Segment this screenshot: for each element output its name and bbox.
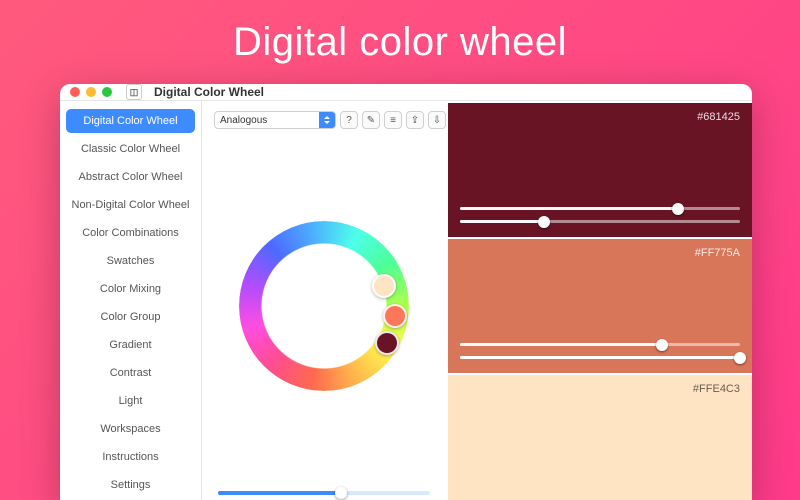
wheel-node-2[interactable] bbox=[375, 331, 399, 355]
swatch-hex-label: #FFE4C3 bbox=[693, 383, 740, 395]
sidebar-item-settings[interactable]: Settings bbox=[66, 473, 195, 497]
center-panel: Analogous ?✎≡⇪⇩ bbox=[202, 101, 446, 500]
sidebar-item-gradient[interactable]: Gradient bbox=[66, 333, 195, 357]
slider-thumb[interactable] bbox=[672, 203, 684, 215]
sidebar-toggle-icon[interactable]: ◫ bbox=[126, 84, 142, 100]
swatch-slider-1[interactable] bbox=[460, 220, 740, 223]
help-icon[interactable]: ? bbox=[340, 111, 358, 129]
zoom-icon[interactable] bbox=[102, 87, 112, 97]
color-wheel-area bbox=[214, 129, 434, 483]
swatch-slider-0[interactable] bbox=[460, 343, 740, 346]
export-icon[interactable]: ⇪ bbox=[406, 111, 424, 129]
sidebar-item-color-mixing[interactable]: Color Mixing bbox=[66, 277, 195, 301]
slider-thumb[interactable] bbox=[734, 352, 746, 364]
app-window: ◫ Digital Color Wheel Digital Color Whee… bbox=[60, 84, 752, 500]
sidebar-item-contrast[interactable]: Contrast bbox=[66, 361, 195, 385]
chevron-updown-icon[interactable] bbox=[319, 112, 335, 128]
swatch-slider-1[interactable] bbox=[460, 356, 740, 359]
swatch-1[interactable]: #FF775A bbox=[448, 239, 752, 373]
window-title: Digital Color Wheel bbox=[154, 85, 264, 99]
color-wheel-nodes bbox=[239, 221, 409, 391]
wheel-node-1[interactable] bbox=[383, 304, 407, 328]
sidebar-item-classic-color-wheel[interactable]: Classic Color Wheel bbox=[66, 137, 195, 161]
swatch-0[interactable]: #681425 bbox=[448, 103, 752, 237]
center-toolbar: Analogous ?✎≡⇪⇩ bbox=[214, 111, 434, 129]
hero-title: Digital color wheel bbox=[0, 20, 800, 65]
import-icon[interactable]: ⇩ bbox=[428, 111, 446, 129]
slider-thumb[interactable] bbox=[656, 339, 668, 351]
sidebar-item-digital-color-wheel[interactable]: Digital Color Wheel bbox=[66, 109, 195, 133]
sidebar: Digital Color Wheel Classic Color Wheel Ab… bbox=[60, 101, 202, 500]
window-controls bbox=[70, 87, 112, 97]
sidebar-item-light[interactable]: Light bbox=[66, 389, 195, 413]
swatch-slider-0[interactable] bbox=[460, 207, 740, 210]
sidebar-item-workspaces[interactable]: Workspaces bbox=[66, 417, 195, 441]
palette-panel: #681425 #FF775A #FFE4C3 bbox=[446, 101, 752, 500]
harmony-select-value: Analogous bbox=[220, 115, 267, 126]
slider-thumb[interactable] bbox=[335, 487, 347, 499]
brightness-slider[interactable] bbox=[218, 491, 430, 495]
sidebar-item-non-digital-color-wheel[interactable]: Non-Digital Color Wheel bbox=[66, 193, 195, 217]
slider-thumb[interactable] bbox=[538, 216, 550, 228]
close-icon[interactable] bbox=[70, 87, 80, 97]
minimize-icon[interactable] bbox=[86, 87, 96, 97]
swatch-hex-label: #681425 bbox=[697, 111, 740, 123]
titlebar: ◫ Digital Color Wheel bbox=[60, 84, 752, 101]
sidebar-item-abstract-color-wheel[interactable]: Abstract Color Wheel bbox=[66, 165, 195, 189]
swatch-2[interactable]: #FFE4C3 bbox=[448, 375, 752, 500]
sidebar-item-color-group[interactable]: Color Group bbox=[66, 305, 195, 329]
sidebar-item-instructions[interactable]: Instructions bbox=[66, 445, 195, 469]
list-icon[interactable]: ≡ bbox=[384, 111, 402, 129]
swatch-hex-label: #FF775A bbox=[695, 247, 740, 259]
wheel-node-0[interactable] bbox=[372, 274, 396, 298]
edit-icon[interactable]: ✎ bbox=[362, 111, 380, 129]
sidebar-item-color-combinations[interactable]: Color Combinations bbox=[66, 221, 195, 245]
harmony-select[interactable]: Analogous bbox=[214, 111, 336, 129]
sidebar-item-swatches[interactable]: Swatches bbox=[66, 249, 195, 273]
